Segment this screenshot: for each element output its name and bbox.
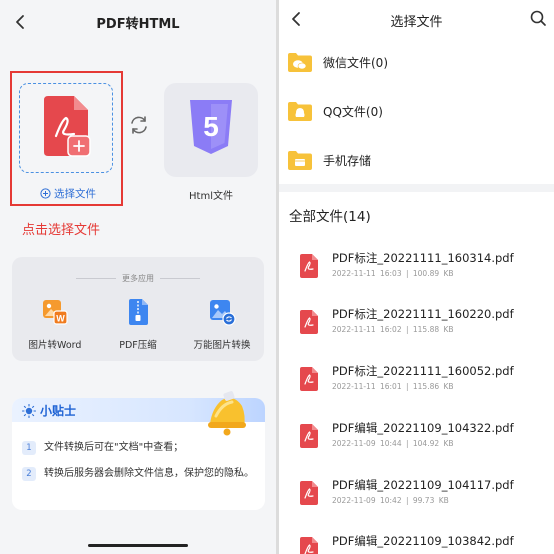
divider [76, 278, 116, 279]
pdf-file-icon [300, 424, 318, 448]
tip-item: 1 文件转换后可在"文档"中查看； [22, 440, 258, 456]
divider [160, 278, 200, 279]
annotation-text: 点击选择文件 [22, 223, 101, 238]
file-meta: 2022-11-11 16:03 | 100.89 KB [332, 269, 454, 278]
image-to-word-icon: W [43, 300, 68, 325]
bulb-icon [22, 403, 36, 418]
tool-label: PDF压缩 [119, 340, 157, 351]
tool-image-convert[interactable]: 万能图片转换 [180, 298, 264, 351]
pdf-file-icon [300, 481, 318, 505]
header: PDF转HTML [0, 0, 276, 46]
tip-text: 文件转换后可在"文档"中查看； [44, 442, 184, 453]
convert-arrows-icon [131, 116, 147, 134]
image-convert-icon [210, 300, 236, 326]
search-icon[interactable] [529, 9, 547, 27]
tip-number: 1 [22, 441, 36, 455]
pdf-file-icon [300, 254, 318, 278]
file-meta: 2022-11-09 10:42 | 99.73 KB [332, 496, 449, 505]
select-file-button[interactable]: 选择文件 [22, 185, 114, 201]
tips-heading: 小贴士 [40, 404, 77, 418]
folder-label: QQ文件(0) [323, 104, 383, 119]
home-indicator[interactable] [88, 544, 188, 547]
folder-label: 微信文件(0) [323, 55, 388, 70]
tip-text: 转换后服务器会删除文件信息，保护您的隐私。 [44, 468, 254, 479]
file-name: PDF标注_20221111_160052.pdf [332, 364, 514, 378]
folder-item-wechat[interactable]: 微信文件(0) [287, 47, 547, 77]
file-meta: 2022-11-09 10:44 | 104.92 KB [332, 439, 454, 448]
more-apps-title: 更多应用 [12, 273, 264, 284]
svg-text:W: W [56, 314, 65, 324]
qq-folder-icon [288, 102, 312, 121]
page-title: PDF转HTML [96, 17, 180, 32]
file-name: PDF标注_20221111_160220.pdf [332, 307, 514, 321]
all-files-heading: 全部文件(14) [289, 209, 371, 225]
file-name: PDF标注_20221111_160314.pdf [332, 251, 514, 265]
file-name: PDF编辑_20221109_104117.pdf [332, 478, 514, 492]
file-row[interactable]: PDF标注_20221111_160314.pdf 2022-11-11 16:… [299, 250, 549, 290]
tool-pdf-compress[interactable]: PDF压缩 [96, 298, 180, 351]
tips-title: 小贴士 [22, 402, 76, 419]
folder-item-phone-storage[interactable]: 手机存储 [287, 145, 547, 175]
section-divider [279, 184, 554, 192]
html-target-label: Html文件 [189, 191, 233, 202]
file-row[interactable]: PDF编辑_20221109_104322.pdf 2022-11-09 10:… [299, 420, 549, 460]
folder-label: 手机存储 [323, 153, 372, 168]
file-row[interactable]: PDF标注_20221111_160220.pdf 2022-11-11 16:… [299, 306, 549, 346]
folder-item-qq[interactable]: QQ文件(0) [287, 96, 547, 126]
pdf-file-icon [44, 96, 91, 157]
file-meta: 2022-11-11 16:01 | 115.86 KB [332, 382, 454, 391]
file-row[interactable]: PDF标注_20221111_160052.pdf 2022-11-11 16:… [299, 363, 549, 403]
plus-circle-icon [40, 187, 51, 199]
file-meta: 2022-11-11 16:02 | 115.88 KB [332, 325, 454, 334]
pdf-to-html-screen: PDF转HTML 选择文件 点击选择文件 5 Html文件 更多应用 W 图片转… [0, 0, 276, 554]
wechat-folder-icon [288, 53, 312, 72]
file-row[interactable]: PDF编辑_20221109_103842.pdf [299, 533, 549, 554]
phone-storage-folder-icon [288, 151, 312, 170]
pdf-file-icon [300, 367, 318, 391]
tool-image-to-word[interactable]: W 图片转Word [13, 298, 97, 351]
more-apps-heading: 更多应用 [122, 274, 154, 283]
select-file-screen: 选择文件 微信文件(0) QQ文件(0) 手机存储 全部文件(14) PDF标注… [279, 0, 554, 554]
html5-icon: 5 [190, 100, 232, 154]
tip-item: 2 转换后服务器会删除文件信息，保护您的隐私。 [22, 466, 258, 482]
tip-number: 2 [22, 467, 36, 481]
bell-icon [208, 391, 246, 436]
tool-label: 图片转Word [28, 340, 82, 351]
select-file-label: 选择文件 [54, 187, 96, 200]
file-name: PDF编辑_20221109_103842.pdf [332, 534, 514, 548]
tool-label: 万能图片转换 [193, 340, 251, 351]
file-name: PDF编辑_20221109_104322.pdf [332, 421, 514, 435]
file-row[interactable]: PDF编辑_20221109_104117.pdf 2022-11-09 10:… [299, 477, 549, 517]
pdf-compress-icon [129, 299, 148, 325]
pdf-file-icon [300, 310, 318, 334]
page-title: 选择文件 [390, 15, 443, 30]
html5-glyph: 5 [203, 111, 219, 142]
pdf-file-icon [300, 537, 318, 554]
